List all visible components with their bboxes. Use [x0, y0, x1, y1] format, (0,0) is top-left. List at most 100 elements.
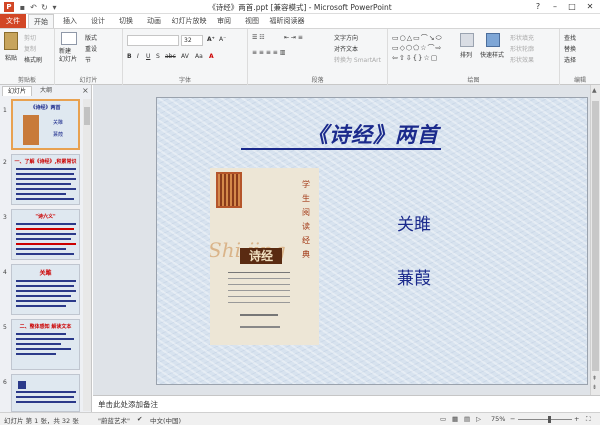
shadow-button[interactable]: S — [156, 53, 160, 60]
tab-outline[interactable]: 大纲 — [34, 86, 58, 96]
fit-to-window-icon[interactable]: ⛶ — [586, 415, 591, 424]
shrink-font-icon[interactable]: A⁻ — [219, 36, 226, 43]
indent-icon[interactable]: ⇤ ⇥ ≡ — [284, 34, 303, 41]
arrange-button[interactable]: 排列 — [460, 50, 472, 59]
prev-slide-icon[interactable]: ⇞ — [592, 375, 597, 382]
close-panel-icon[interactable]: × — [82, 86, 89, 95]
quick-styles-button[interactable]: 快速样式 — [480, 50, 504, 59]
new-slide-button[interactable]: 新建 幻灯片 — [59, 48, 77, 64]
poem-title-guanju[interactable]: 关雎 — [397, 210, 431, 235]
customize-quick-access-icon[interactable]: ▾ — [50, 3, 59, 12]
bold-button[interactable]: B — [127, 53, 132, 60]
font-size-select[interactable]: 32 — [181, 35, 203, 46]
slide-thumbnail-4[interactable]: 关雎 — [11, 264, 80, 315]
shapes-gallery-icon[interactable]: ▭○△▭⌒↘⬭ ▭◇⬡⬠☆⌒⇨ ⇦⇧⇩{}☆▢ — [392, 33, 452, 63]
tab-home[interactable]: 开始 — [28, 14, 54, 28]
font-name-select[interactable] — [127, 35, 179, 46]
tab-review[interactable]: 审阅 — [211, 14, 237, 28]
strikethrough-button[interactable]: abc — [165, 53, 176, 60]
tab-transitions[interactable]: 切换 — [113, 14, 139, 28]
change-case-button[interactable]: Aa — [195, 53, 203, 60]
minimize-button[interactable]: – — [547, 1, 563, 13]
tab-insert[interactable]: 插入 — [57, 14, 83, 28]
tab-slideshow[interactable]: 幻灯片放映 — [169, 14, 209, 28]
maximize-button[interactable]: □ — [564, 1, 580, 13]
find-button[interactable]: 查找 — [564, 33, 576, 42]
bullets-icon[interactable]: ☰ ☷ — [252, 34, 265, 41]
theme-name[interactable]: "蔚蓝艺术" — [98, 415, 130, 425]
text-direction-button[interactable]: 文字方向 — [334, 33, 358, 42]
current-slide[interactable]: 《诗经》两首 Shi jing 诗经 学生阅读经典 关雎 蒹葭 — [156, 97, 588, 385]
section-button[interactable]: 节 — [85, 55, 91, 64]
slide-thumbnail-3[interactable]: "诗六义" — [11, 209, 80, 260]
sorter-view-icon[interactable]: ▦ — [452, 415, 458, 423]
tab-file[interactable]: 文件 — [0, 14, 26, 28]
shape-fill-button[interactable]: 形状填充 — [510, 33, 534, 42]
zoom-in-icon[interactable]: + — [574, 415, 579, 423]
paste-icon[interactable] — [4, 32, 18, 50]
close-button[interactable]: ✕ — [582, 1, 598, 13]
zoom-slider-handle[interactable] — [548, 416, 551, 423]
zoom-level[interactable]: 75% — [491, 415, 505, 423]
format-painter-button[interactable]: 格式刷 — [24, 55, 42, 64]
shape-outline-button[interactable]: 形状轮廓 — [510, 44, 534, 53]
tab-view[interactable]: 视图 — [239, 14, 265, 28]
scroll-up-icon[interactable]: ▲ — [592, 87, 597, 94]
poem-title-jianjia[interactable]: 蒹葭 — [397, 264, 431, 289]
notes-pane[interactable]: 单击此处添加备注 — [93, 395, 600, 413]
grow-font-icon[interactable]: A⁺ — [207, 36, 215, 43]
tab-slides[interactable]: 幻灯片 — [2, 86, 32, 96]
slide-thumbnail-5[interactable]: 二、整体感知 解读文本 — [11, 319, 80, 370]
language-indicator[interactable]: 中文(中国) — [150, 415, 181, 425]
slideshow-view-icon[interactable]: ▷ — [476, 415, 481, 423]
next-slide-icon[interactable]: ⇟ — [592, 384, 597, 391]
book-cover-image[interactable]: Shi jing 诗经 学生阅读经典 — [210, 168, 319, 345]
align-text-button[interactable]: 对齐文本 — [334, 44, 358, 53]
tab-animations[interactable]: 动画 — [141, 14, 167, 28]
italic-button[interactable]: I — [137, 53, 139, 60]
panel-scrollbar[interactable] — [83, 99, 91, 411]
replace-button[interactable]: 替换 — [564, 44, 576, 53]
reading-view-icon[interactable]: ▤ — [464, 415, 470, 423]
panel-scrollbar-thumb[interactable] — [84, 107, 90, 125]
thumb-title: 二、整体感知 解读文本 — [19, 324, 72, 330]
zoom-slider[interactable] — [518, 419, 572, 420]
slide-thumbnail-1[interactable]: 《诗经》两首 关雎 蒹葭 — [11, 99, 80, 150]
underline-button[interactable]: U — [146, 53, 150, 60]
canvas-scrollbar[interactable]: ▲ ⇞ ⇟ — [590, 85, 600, 395]
copy-button[interactable]: 复制 — [24, 44, 36, 53]
drawing-group: ▭○△▭⌒↘⬭ ▭◇⬡⬠☆⌒⇨ ⇦⇧⇩{}☆▢ 排列 快速样式 形状填充 形状轮廓 … — [388, 29, 560, 85]
spellcheck-icon[interactable]: ✔ — [137, 415, 142, 423]
tab-design[interactable]: 设计 — [85, 14, 111, 28]
convert-smartart-button[interactable]: 转换为 SmartArt — [334, 55, 381, 64]
new-slide-icon[interactable] — [61, 32, 77, 45]
layout-button[interactable]: 版式 — [85, 33, 97, 42]
save-icon[interactable]: ▪ — [18, 3, 27, 12]
slide-title[interactable]: 《诗经》两首 — [157, 119, 587, 149]
canvas-scrollbar-thumb[interactable] — [592, 101, 599, 371]
tab-foxit-reader[interactable]: 福昕阅读器 — [267, 14, 307, 28]
shape-effects-button[interactable]: 形状效果 — [510, 55, 534, 64]
font-color-button[interactable]: A — [209, 53, 214, 60]
slide-thumbnail-6[interactable] — [11, 374, 80, 412]
normal-view-icon[interactable]: ▭ — [440, 415, 446, 423]
notes-placeholder[interactable]: 单击此处添加备注 — [98, 399, 158, 410]
undo-icon[interactable]: ↶ — [29, 3, 38, 12]
align-icons[interactable]: ≡ ≡ ≡ ≡ ▥ — [252, 49, 285, 56]
drawing-group-label: 绘图 — [467, 77, 480, 84]
slide-number: 4 — [3, 269, 7, 276]
thumb-title: 关雎 — [39, 270, 52, 277]
thumb-title: "诗六义" — [35, 214, 56, 220]
slide-thumbnail-2[interactable]: 一、了解《诗经》,积累常识 — [11, 154, 80, 205]
zoom-out-icon[interactable]: − — [510, 415, 515, 423]
arrange-icon[interactable] — [460, 33, 474, 47]
reset-button[interactable]: 重设 — [85, 44, 97, 53]
quick-styles-icon[interactable] — [486, 33, 500, 47]
paste-button[interactable]: 粘贴 — [5, 53, 17, 62]
redo-icon[interactable]: ↻ — [40, 3, 49, 12]
char-spacing-button[interactable]: AV — [181, 53, 189, 60]
select-button[interactable]: 选择 — [564, 55, 576, 64]
help-icon[interactable]: ? — [530, 1, 546, 13]
cut-button[interactable]: 剪切 — [24, 33, 36, 42]
book-thumbnail-image — [23, 115, 39, 145]
